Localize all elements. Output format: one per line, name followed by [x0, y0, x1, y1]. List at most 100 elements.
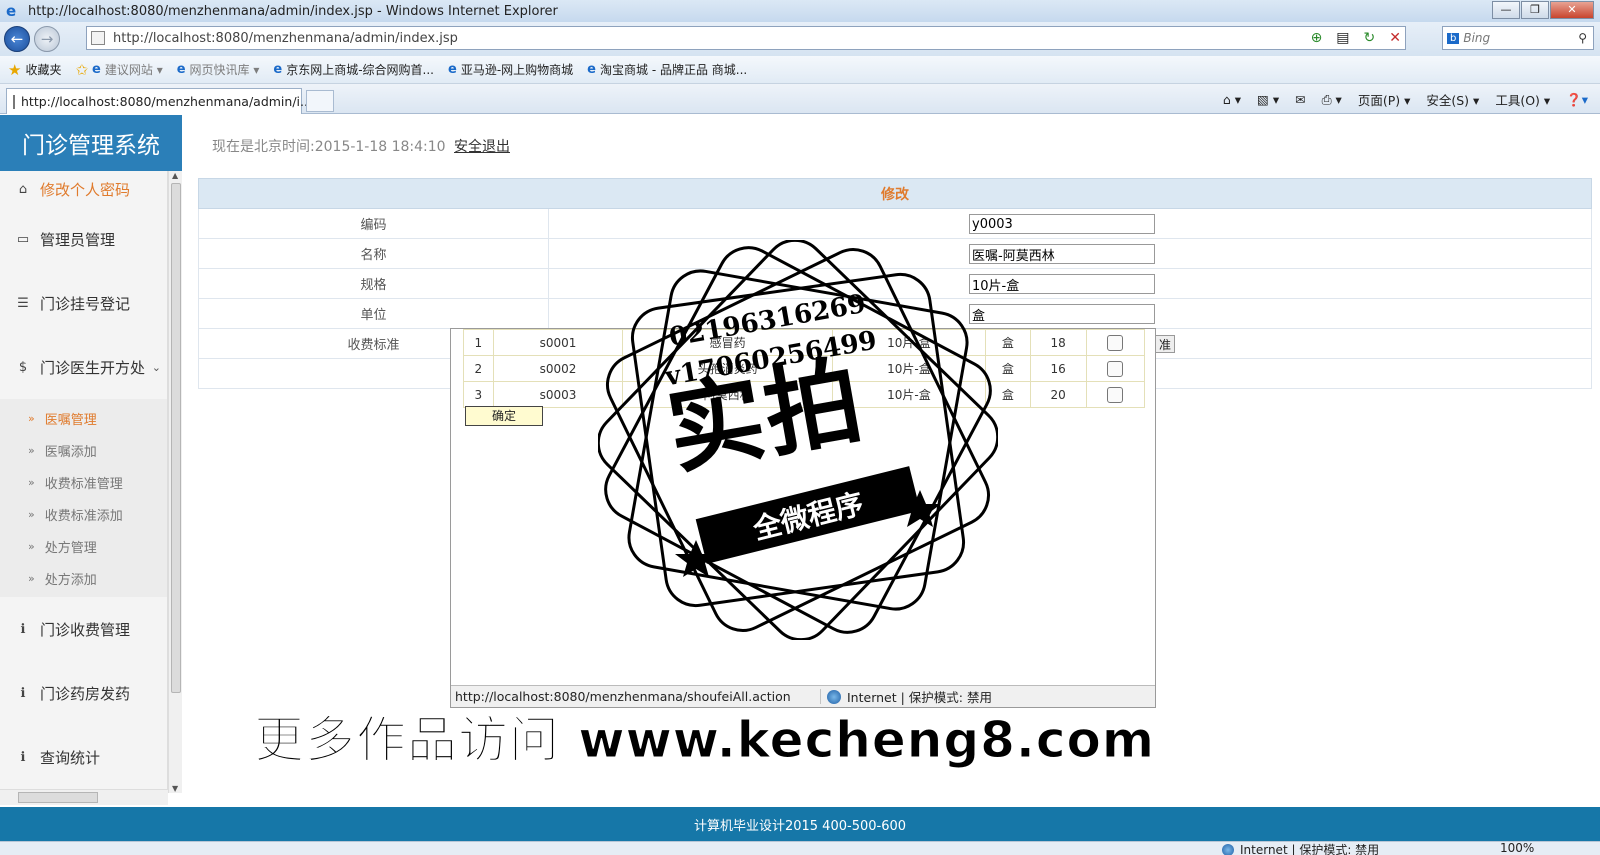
home-icon[interactable]: ⌂ ▾ [1223, 92, 1241, 107]
menu-statistics[interactable]: ℹ 查询统计 [0, 725, 167, 789]
app-footer: 计算机毕业设计2015 400-500-600 [0, 807, 1600, 841]
confirm-button[interactable]: 确定 [465, 406, 543, 426]
hscroll-thumb[interactable] [18, 792, 98, 803]
double-chevron-icon: » [28, 443, 35, 457]
address-toolbar: ← → http://localhost:8080/menzhenmana/ad… [0, 22, 1600, 56]
fav-taobao[interactable]: e 淘宝商城 - 品牌正品 商城... [587, 61, 747, 78]
menu-label: 门诊收费管理 [40, 620, 131, 639]
ie-status-bar: Internet | 保护模式: 禁用 100% [0, 841, 1600, 855]
sub-prescription-management[interactable]: » 处方管理 [0, 530, 167, 562]
search-input[interactable]: b Bing ⚲ [1442, 26, 1594, 50]
sidebar-hscrollbar[interactable] [0, 789, 168, 805]
fav-suggested-sites[interactable]: ✩ e 建议网站 ▾ [75, 61, 162, 79]
menu-label: 查询统计 [40, 748, 101, 767]
menu-label: 门诊挂号登记 [40, 294, 131, 313]
form-title: 修改 [198, 178, 1592, 209]
fav-amazon[interactable]: e 亚马逊-网上购物商城 [448, 61, 573, 78]
scroll-up-icon[interactable]: ▲ [172, 171, 178, 180]
refresh-icon[interactable]: ↻ [1364, 30, 1376, 46]
sub-fee-add[interactable]: » 收费标准添加 [0, 498, 167, 530]
mail-icon[interactable]: ✉ [1295, 92, 1305, 107]
window-controls: — ❐ ✕ [1491, 1, 1594, 19]
feeds-icon[interactable]: ▧ ▾ [1257, 92, 1279, 107]
status-zone: Internet | 保护模式: 禁用 [1222, 842, 1379, 855]
address-url: http://localhost:8080/menzhenmana/admin/… [113, 30, 458, 46]
sub-order-add[interactable]: » 医嘱添加 [0, 434, 167, 466]
command-bar: ⌂ ▾ ▧ ▾ ✉ ⎙ ▾ 页面(P) ▾ 安全(S) ▾ 工具(O) ▾ ❓▾ [1223, 90, 1588, 109]
cell-no: 1 [463, 329, 494, 356]
stop-icon[interactable]: ✕ [1389, 30, 1401, 46]
select-radio[interactable] [1107, 334, 1124, 351]
help-icon[interactable]: ❓▾ [1566, 92, 1588, 108]
favorites-button[interactable]: ★ 收藏夹 [8, 61, 61, 79]
zoom-level[interactable]: 100% [1500, 842, 1534, 855]
info-icon: ℹ [20, 749, 26, 765]
fav-label: 京东网上商城-综合网购首... [286, 63, 434, 77]
compat-icon[interactable]: ⊕ [1311, 30, 1323, 46]
new-tab-button[interactable] [306, 90, 334, 112]
forward-button[interactable]: → [34, 26, 60, 52]
print-icon[interactable]: ⎙ ▾ [1322, 92, 1342, 108]
scroll-thumb[interactable] [171, 183, 181, 693]
watermark-stamp: 02196316269 v17060256499 实拍 全微程序 [598, 240, 998, 640]
watermark-site-text: 更多作品访问 www.kecheng8.com [253, 711, 1156, 770]
sub-prescription-add[interactable]: » 处方添加 [0, 562, 167, 594]
rss-icon[interactable]: ▤ [1336, 30, 1349, 46]
app-header: 门诊管理系统 现在是北京时间:2015-1-18 18:4:10 安全退出 [0, 115, 1600, 171]
ie-page-icon: e [92, 62, 101, 77]
select-radio[interactable] [1107, 386, 1124, 403]
fav-web-slice[interactable]: e 网页快讯库 ▾ [177, 61, 260, 78]
search-icon[interactable]: ⚲ [1578, 31, 1587, 45]
tools-menu[interactable]: 工具(O) ▾ [1495, 90, 1550, 109]
back-button[interactable]: ← [4, 26, 30, 52]
search-placeholder: Bing [1463, 31, 1491, 45]
fav-jd[interactable]: e 京东网上商城-综合网购首... [273, 61, 434, 78]
form-row: 编码 [198, 208, 1592, 239]
menu-fee-management[interactable]: ℹ 门诊收费管理 [0, 597, 167, 661]
select-fee-button[interactable]: 准 [1156, 335, 1176, 353]
sidebar-scrollbar[interactable]: ▲ ▼ [168, 171, 182, 793]
maximize-button[interactable]: ❐ [1521, 1, 1549, 19]
address-field[interactable]: http://localhost:8080/menzhenmana/admin/… [86, 26, 1406, 50]
page-menu[interactable]: 页面(P) ▾ [1358, 90, 1411, 109]
info-icon: ℹ [20, 685, 26, 701]
info-icon: ℹ [20, 621, 26, 637]
tab-title: http://localhost:8080/menzhenmana/admin/… [21, 94, 312, 109]
cell-no: 2 [463, 355, 494, 382]
menu-change-password[interactable]: ⌂ 修改个人密码 [0, 171, 167, 207]
menu-doctor-prescription[interactable]: $ 门诊医生开方处 ⌄ [0, 335, 167, 399]
sub-fee-management[interactable]: » 收费标准管理 [0, 466, 167, 498]
fav-label: 网页快讯库 ▾ [189, 63, 260, 77]
ie-page-icon: e [176, 62, 186, 77]
minimize-button[interactable]: — [1492, 1, 1520, 19]
logout-link[interactable]: 安全退出 [454, 136, 510, 156]
current-time: 现在是北京时间:2015-1-18 18:4:10 [212, 139, 446, 155]
double-chevron-icon: » [28, 539, 35, 553]
menu-admin-management[interactable]: ▭ 管理员管理 [0, 207, 167, 271]
close-button[interactable]: ✕ [1550, 1, 1594, 19]
window-title-bar: e http://localhost:8080/menzhenmana/admi… [0, 0, 1600, 22]
cell-select [1085, 381, 1146, 408]
inbox-icon: ▭ [16, 231, 30, 247]
fav-label: 淘宝商城 - 品牌正品 商城... [600, 63, 748, 77]
code-input[interactable] [969, 214, 1155, 234]
fav-label: 亚马逊-网上购物商城 [460, 63, 574, 77]
field-label: 名称 [198, 238, 549, 269]
scroll-down-icon[interactable]: ▼ [172, 784, 178, 793]
sub-order-management[interactable]: » 医嘱管理 [0, 402, 167, 434]
safety-menu[interactable]: 安全(S) ▾ [1426, 90, 1479, 109]
field-label: 规格 [198, 268, 549, 299]
select-radio[interactable] [1107, 360, 1124, 377]
sub-label: 医嘱管理 [44, 412, 97, 428]
sub-label: 处方添加 [44, 572, 97, 588]
cell-price: 20 [1029, 381, 1087, 408]
menu-pharmacy[interactable]: ℹ 门诊药房发药 [0, 661, 167, 725]
cell-select [1085, 355, 1146, 382]
chevron-down-icon: ⌄ [151, 360, 161, 374]
window-title: http://localhost:8080/menzhenmana/admin/… [28, 3, 558, 19]
fav-label: 建议网站 ▾ [104, 63, 163, 77]
field-label: 单位 [198, 298, 549, 329]
dollar-icon: $ [18, 359, 28, 375]
tab-admin-index[interactable]: http://localhost:8080/menzhenmana/admin/… [6, 88, 312, 114]
menu-registration[interactable]: ☰ 门诊挂号登记 [0, 271, 167, 335]
